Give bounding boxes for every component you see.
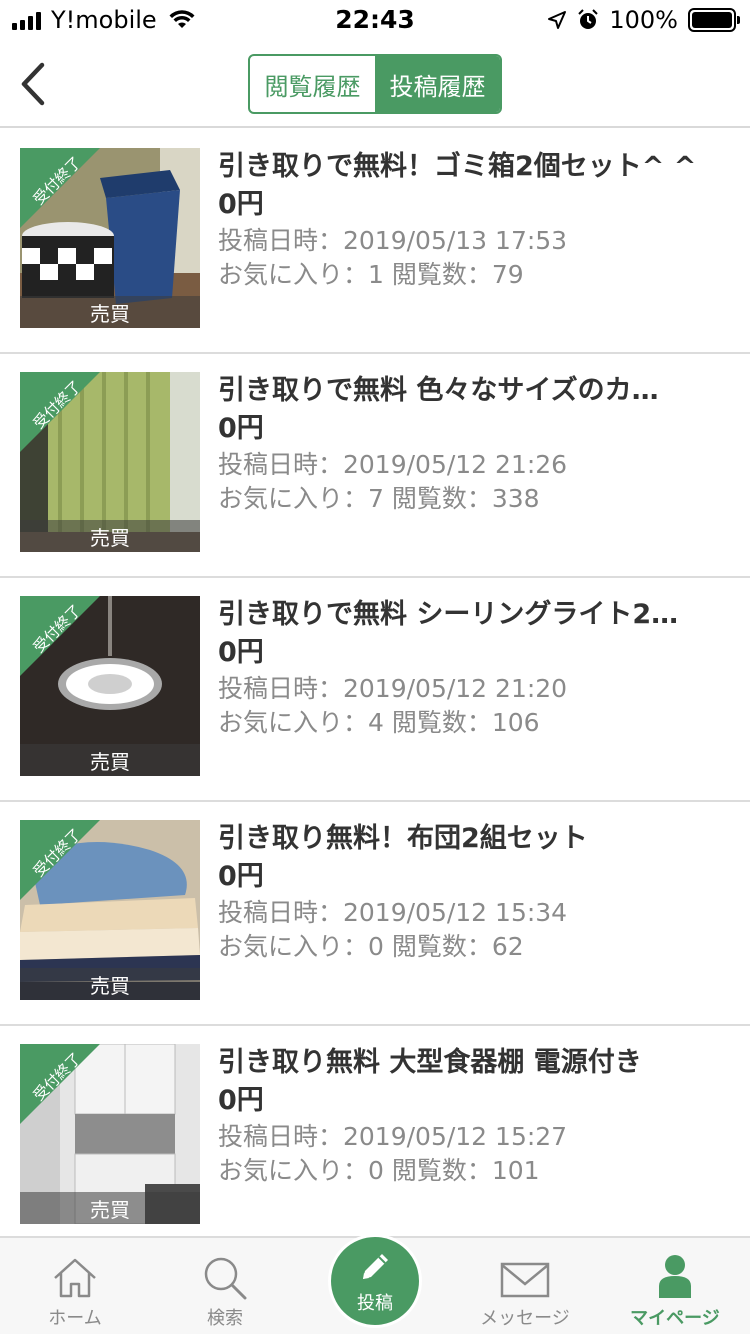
item-thumbnail: 受付終了 売買 [20,372,200,552]
item-type-label: 売買 [20,296,200,328]
tab-mypage-label: マイページ [630,1308,720,1329]
envelope-icon [500,1262,550,1298]
post-list: 受付終了 売買 引き取りで無料！ゴミ箱2個セット^ ^ 0円 投稿日時：2019… [0,130,750,1250]
tab-messages[interactable]: メッセージ [450,1238,600,1334]
post-button-label: 投稿 [357,1293,393,1314]
tab-home[interactable]: ホーム [0,1238,150,1334]
home-icon [54,1258,96,1298]
item-stats: お気に入り：7 閲覧数：338 [218,484,540,513]
battery-percent: 100% [609,6,678,34]
user-icon [659,1255,691,1298]
item-stats: お気に入り：1 閲覧数：79 [218,260,524,289]
item-thumbnail: 受付終了 売買 [20,820,200,1000]
item-price: 0円 [218,637,264,668]
list-item[interactable]: 受付終了 売買 引き取り無料 大型食器棚 電源付き 0円 投稿日時：2019/0… [0,1026,750,1250]
chevron-left-icon [21,62,45,106]
item-posted-date: 投稿日時：2019/05/12 21:26 [218,450,568,479]
battery-icon [688,8,740,32]
item-title: 引き取り無料！布団2組セット [218,823,588,854]
back-button[interactable] [12,58,52,110]
item-thumbnail: 受付終了 売買 [20,1044,200,1224]
item-title: 引き取り無料 大型食器棚 電源付き [218,1047,642,1078]
list-item[interactable]: 受付終了 売買 引き取りで無料 色々なサイズのカ… 0円 投稿日時：2019/0… [0,354,750,578]
item-price: 0円 [218,861,264,892]
item-price: 0円 [218,1085,264,1116]
item-type-label: 売買 [20,1192,200,1224]
history-segmented-control: 閲覧履歴 投稿履歴 [248,54,502,114]
search-icon [204,1257,247,1300]
item-price: 0円 [218,189,264,220]
item-posted-date: 投稿日時：2019/05/12 15:34 [218,898,568,927]
item-thumbnail: 受付終了 売買 [20,148,200,328]
item-posted-date: 投稿日時：2019/05/12 15:27 [218,1122,568,1151]
tab-bar: ホーム 検索 投稿 メッセージ マイページ [0,1234,750,1334]
item-type-label: 売買 [20,520,200,552]
item-posted-date: 投稿日時：2019/05/13 17:53 [218,226,568,255]
tab-mypage[interactable]: マイページ [600,1238,750,1334]
item-stats: お気に入り：0 閲覧数：101 [218,1156,540,1185]
alarm-icon [578,9,599,29]
item-title: 引き取りで無料！ゴミ箱2個セット^ ^ [218,151,697,182]
item-posted-date: 投稿日時：2019/05/12 21:20 [218,674,568,703]
tab-home-label: ホーム [48,1308,102,1329]
list-item[interactable]: 受付終了 売買 引き取りで無料！ゴミ箱2個セット^ ^ 0円 投稿日時：2019… [0,130,750,354]
tab-post-history[interactable]: 投稿履歴 [375,56,500,112]
item-title: 引き取りで無料 色々なサイズのカ… [218,375,659,406]
tab-view-history[interactable]: 閲覧履歴 [250,56,375,112]
item-type-label: 売買 [20,968,200,1000]
status-bar: Y!mobile 22:43 100% [0,0,750,40]
item-thumbnail: 受付終了 売買 [20,596,200,776]
tab-search[interactable]: 検索 [150,1238,300,1334]
item-price: 0円 [218,413,264,444]
item-stats: お気に入り：0 閲覧数：62 [218,932,524,961]
nav-header: 閲覧履歴 投稿履歴 [0,40,750,128]
item-type-label: 売買 [20,744,200,776]
tab-search-label: 検索 [207,1308,243,1329]
tab-messages-label: メッセージ [480,1308,570,1329]
post-button[interactable]: 投稿 [328,1234,422,1328]
item-stats: お気に入り：4 閲覧数：106 [218,708,540,737]
list-item[interactable]: 受付終了 売買 引き取りで無料 シーリングライト2… 0円 投稿日時：2019/… [0,578,750,802]
list-item[interactable]: 受付終了 売買 引き取り無料！布団2組セット 0円 投稿日時：2019/05/1… [0,802,750,1026]
location-arrow-icon [548,11,567,29]
pencil-icon [363,1254,388,1279]
item-title: 引き取りで無料 シーリングライト2… [218,599,679,630]
